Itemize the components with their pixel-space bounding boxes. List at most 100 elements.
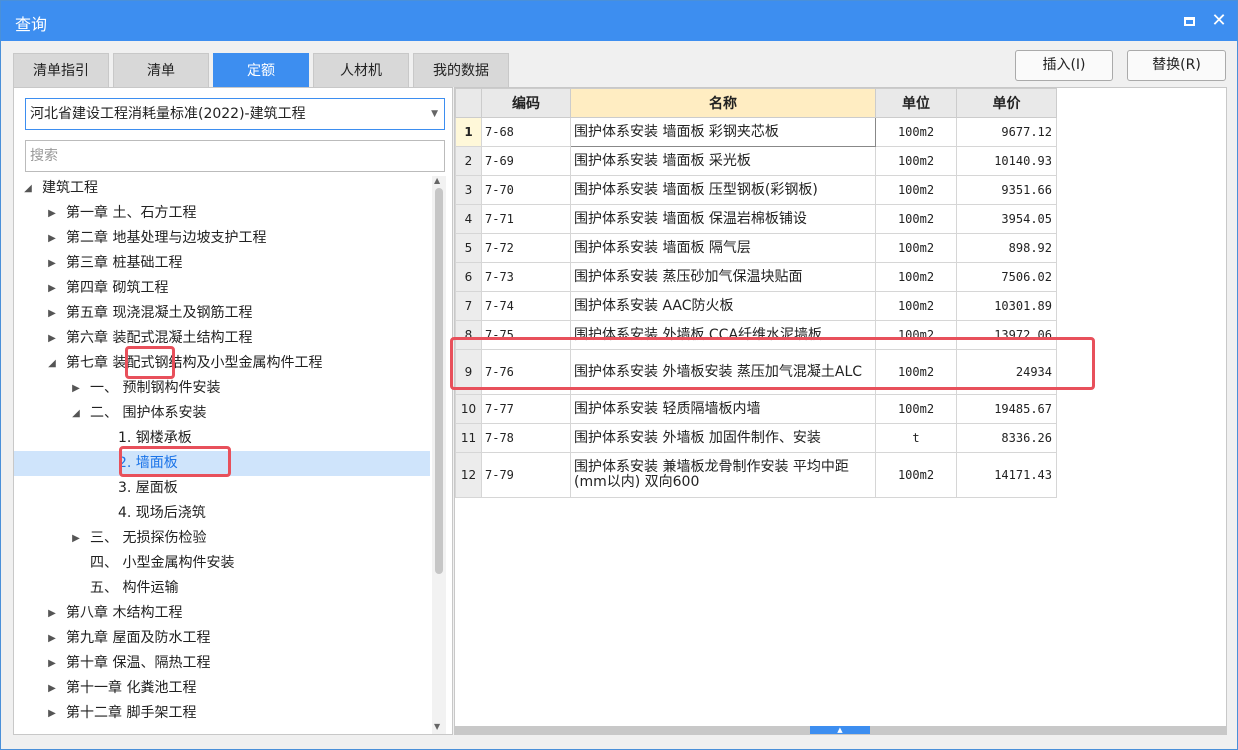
expand-arrow-icon[interactable]: ◢	[46, 351, 58, 376]
tab-bill-guide[interactable]: 清单指引	[13, 53, 109, 87]
row-number-cell: 2	[455, 146, 482, 176]
tree-item[interactable]: ▶ 第三章 桩基础工程	[14, 251, 430, 276]
tab-quota[interactable]: 定额	[213, 53, 309, 87]
tree-item[interactable]: ▶ 第五章 现浇混凝土及钢筋工程	[14, 301, 430, 326]
tree-item[interactable]: 四、 小型金属构件安装	[14, 551, 430, 576]
collapse-arrow-icon[interactable]: ▶	[46, 601, 58, 626]
code-header[interactable]: 编码	[481, 88, 571, 118]
row-number-cell: 12	[455, 452, 482, 498]
tree-item[interactable]: 4. 现场后浇筑	[14, 501, 430, 526]
tree-item-label: 五、 构件运输	[90, 580, 179, 596]
row-number-cell: 5	[455, 233, 482, 263]
tree-item-label: 第三章 桩基础工程	[66, 255, 183, 271]
tree-item[interactable]: ▶ 三、 无损探伤检验	[14, 526, 430, 551]
table-row[interactable]: 7 7-74 围护体系安装 AAC防火板 100m2 10301.89	[455, 291, 1057, 321]
chevron-down-icon[interactable]: ▼	[431, 99, 438, 129]
maximize-icon[interactable]	[1177, 9, 1201, 33]
expand-arrow-icon[interactable]: ◢	[22, 176, 34, 201]
collapse-arrow-icon[interactable]: ▶	[46, 226, 58, 251]
code-cell: 7-70	[481, 175, 571, 205]
code-cell: 7-79	[481, 452, 571, 498]
price-header[interactable]: 单价	[956, 88, 1057, 118]
tree-item[interactable]: 3. 屋面板	[14, 476, 430, 501]
tree-item[interactable]: ▶ 第九章 屋面及防水工程	[14, 626, 430, 651]
collapse-arrow-icon[interactable]: ▶	[46, 626, 58, 651]
table-row[interactable]: 1 7-68 围护体系安装 墙面板 彩钢夹芯板 100m2 9677.12	[455, 117, 1057, 147]
row-number-cell: 7	[455, 291, 482, 321]
tree-item[interactable]: 五、 构件运输	[14, 576, 430, 601]
tree-item[interactable]: ▶ 第四章 砌筑工程	[14, 276, 430, 301]
chevron-up-icon[interactable]: ▲	[810, 726, 870, 734]
collapse-arrow-icon[interactable]: ▶	[46, 276, 58, 301]
collapse-arrow-icon[interactable]: ▶	[46, 651, 58, 676]
scroll-up-icon[interactable]: ▲	[434, 176, 440, 185]
tree-item-label: 第一章 土、石方工程	[66, 205, 197, 221]
tab-bill[interactable]: 清单	[113, 53, 209, 87]
table-horizontal-scrollbar[interactable]: ▲	[455, 726, 1226, 734]
insert-button[interactable]: 插入(I)	[1015, 50, 1113, 81]
tree-item-label: 四、 小型金属构件安装	[90, 555, 235, 571]
tab-my-data[interactable]: 我的数据	[413, 53, 509, 87]
table-row[interactable]: 11 7-78 围护体系安装 外墙板 加固件制作、安装 t 8336.26	[455, 423, 1057, 453]
table-row[interactable]: 2 7-69 围护体系安装 墙面板 采光板 100m2 10140.93	[455, 146, 1057, 176]
unit-cell: 100m2	[875, 394, 957, 424]
expand-arrow-icon[interactable]: ◢	[70, 401, 82, 426]
table-row[interactable]: 6 7-73 围护体系安装 蒸压砂加气保温块贴面 100m2 7506.02	[455, 262, 1057, 292]
tree-item[interactable]: ◢ 二、 围护体系安装	[14, 401, 430, 426]
tree-item[interactable]: ▶ 第一章 土、石方工程	[14, 201, 430, 226]
price-cell: 14171.43	[956, 452, 1057, 498]
unit-cell: 100m2	[875, 262, 957, 292]
collapse-arrow-icon[interactable]: ▶	[70, 526, 82, 551]
highlight-prefab-text	[125, 346, 175, 379]
tree-scrollbar[interactable]: ▲ ▼	[432, 176, 446, 734]
unit-header[interactable]: 单位	[875, 88, 957, 118]
price-cell: 9351.66	[956, 175, 1057, 205]
tree-item-label: 第四章 砌筑工程	[66, 280, 169, 296]
search-input[interactable]: 搜索	[25, 140, 445, 172]
tree-item[interactable]: ▶ 第八章 木结构工程	[14, 601, 430, 626]
collapse-arrow-icon[interactable]: ▶	[46, 251, 58, 276]
collapse-arrow-icon[interactable]: ▶	[46, 676, 58, 701]
collapse-arrow-icon[interactable]: ▶	[70, 376, 82, 401]
collapse-arrow-icon[interactable]: ▶	[46, 701, 58, 726]
collapse-arrow-icon[interactable]: ▶	[46, 326, 58, 351]
collapse-arrow-icon[interactable]: ▶	[46, 301, 58, 326]
unit-cell: 100m2	[875, 291, 957, 321]
tab-labor-material[interactable]: 人材机	[313, 53, 409, 87]
scrollbar-thumb[interactable]	[435, 188, 443, 574]
tree-item-label: 三、 无损探伤检验	[90, 530, 207, 546]
row-number-cell: 1	[455, 117, 482, 147]
unit-cell: 100m2	[875, 146, 957, 176]
table-row[interactable]: 10 7-77 围护体系安装 轻质隔墙板内墙 100m2 19485.67	[455, 394, 1057, 424]
collapse-arrow-icon[interactable]: ▶	[46, 201, 58, 226]
replace-button[interactable]: 替换(R)	[1127, 50, 1226, 81]
tree-item-label: 二、 围护体系安装	[90, 405, 207, 421]
tree-item-label: 第十二章 脚手架工程	[66, 705, 197, 721]
table-row[interactable]: 12 7-79 围护体系安装 兼墙板龙骨制作安装 平均中距(mm以内) 双向600 1…	[455, 452, 1057, 498]
scroll-down-icon[interactable]: ▼	[434, 722, 440, 731]
tree-item[interactable]: ▶ 一、 预制钢构件安装	[14, 376, 430, 401]
tree-item[interactable]: ◢ 第七章 装配式钢结构及小型金属构件工程	[14, 351, 430, 376]
tree-item-label: 第九章 屋面及防水工程	[66, 630, 211, 646]
unit-cell: 100m2	[875, 452, 957, 498]
close-icon[interactable]: ✕	[1207, 9, 1231, 33]
tree-item[interactable]: ◢ 建筑工程	[14, 176, 430, 201]
tree-item[interactable]: ▶ 第二章 地基处理与边坡支护工程	[14, 226, 430, 251]
name-header[interactable]: 名称	[570, 88, 876, 118]
window-title: 查询	[15, 15, 48, 34]
tree-item[interactable]: ▶ 第十章 保温、隔热工程	[14, 651, 430, 676]
table-row[interactable]: 3 7-70 围护体系安装 墙面板 压型钢板(彩钢板) 100m2 9351.66	[455, 175, 1057, 205]
tree-item-label: 第五章 现浇混凝土及钢筋工程	[66, 305, 253, 321]
tree-item[interactable]: ▶ 第六章 装配式混凝土结构工程	[14, 326, 430, 351]
table-row[interactable]: 4 7-71 围护体系安装 墙面板 保温岩棉板铺设 100m2 3954.05	[455, 204, 1057, 234]
unit-cell: 100m2	[875, 204, 957, 234]
name-cell: 围护体系安装 轻质隔墙板内墙	[570, 394, 876, 424]
name-cell: 围护体系安装 墙面板 彩钢夹芯板	[570, 117, 876, 147]
code-cell: 7-72	[481, 233, 571, 263]
tree-item[interactable]: ▶ 第十二章 脚手架工程	[14, 701, 430, 726]
highlight-wall-panel-item	[119, 446, 231, 477]
standard-select[interactable]: 河北省建设工程消耗量标准(2022)-建筑工程 ▼	[25, 98, 445, 130]
code-cell: 7-74	[481, 291, 571, 321]
tree-item[interactable]: ▶ 第十一章 化粪池工程	[14, 676, 430, 701]
table-row[interactable]: 5 7-72 围护体系安装 墙面板 隔气层 100m2 898.92	[455, 233, 1057, 263]
